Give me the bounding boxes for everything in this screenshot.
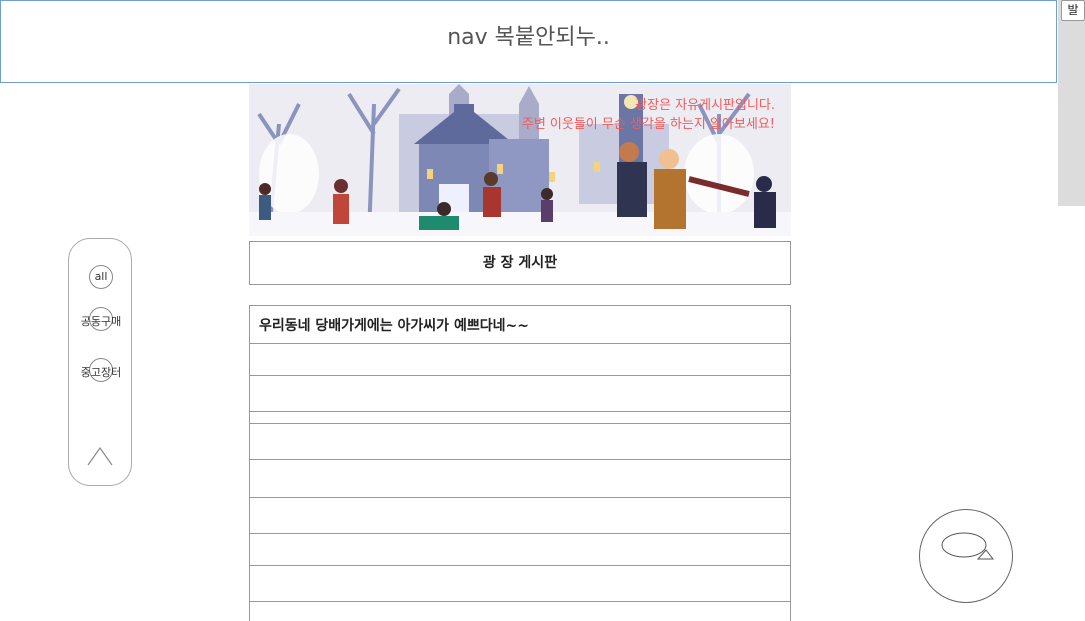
post-row[interactable] (249, 459, 791, 497)
post-list: 우리동네 당배가게에는 아가씨가 예쁘다네~~ (249, 305, 791, 621)
banner-caption-line1: 광장은 자유게시판입니다. (635, 98, 775, 113)
side-button[interactable]: 발 (1061, 0, 1085, 21)
top-nav: nav 복붙안되누.. (0, 0, 1057, 83)
menu-item-group-buy[interactable]: 공동구매 (69, 313, 133, 329)
board-title: 광 장 게시판 (249, 241, 791, 285)
menu-item-all[interactable]: all (69, 270, 133, 283)
banner-caption: 광장은 자유게시판입니다. 주변 이웃들이 무슨 생각을 하는지 알아보세요! (522, 96, 775, 134)
post-row[interactable] (249, 497, 791, 533)
chat-button[interactable] (919, 509, 1013, 603)
chat-bubble-icon (941, 532, 995, 560)
post-row[interactable] (249, 343, 791, 375)
post-row[interactable] (249, 601, 791, 621)
post-row[interactable] (249, 375, 791, 411)
post-row[interactable]: 우리동네 당배가게에는 아가씨가 예쁘다네~~ (249, 305, 791, 343)
menu-item-used-market[interactable]: 중고장터 (69, 364, 133, 380)
nav-title: nav 복붙안되누.. (447, 25, 610, 50)
right-scroll-strip[interactable] (1058, 0, 1085, 206)
banner-image: 광장은 자유게시판입니다. 주변 이웃들이 무슨 생각을 하는지 알아보세요! (249, 84, 791, 236)
post-row[interactable] (249, 565, 791, 601)
banner-caption-line2: 주변 이웃들이 무슨 생각을 하는지 알아보세요! (521, 117, 775, 132)
post-title[interactable]: 우리동네 당배가게에는 아가씨가 예쁘다네~~ (259, 315, 529, 335)
side-menu: all 공동구매 중고장터 (68, 238, 132, 486)
post-row[interactable] (249, 533, 791, 565)
post-row[interactable] (249, 411, 791, 423)
up-arrow-icon[interactable] (86, 445, 114, 467)
post-row[interactable] (249, 423, 791, 459)
